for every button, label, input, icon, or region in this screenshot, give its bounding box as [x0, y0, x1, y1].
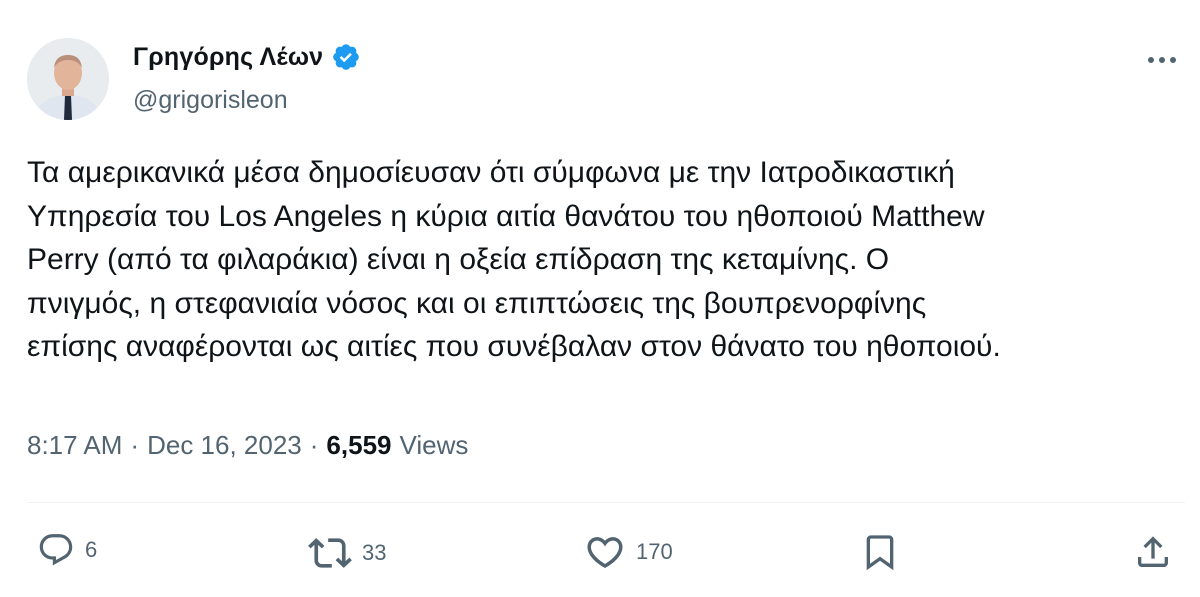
reply-count: 6 — [85, 537, 98, 562]
bookmark-icon — [866, 535, 894, 571]
author-handle[interactable]: @grigorisleon — [133, 86, 288, 115]
author-display-name[interactable]: Γρηγόρης Λέων — [133, 43, 323, 72]
author-avatar[interactable] — [27, 38, 109, 120]
views-count: 6,559 — [326, 430, 392, 460]
like-count: 170 — [636, 539, 673, 564]
more-options-button[interactable] — [1142, 44, 1182, 76]
retweet-count: 33 — [362, 540, 387, 565]
tweet-date[interactable]: Dec 16, 2023 — [147, 430, 302, 461]
bookmark-button[interactable] — [860, 531, 900, 573]
like-icon — [587, 537, 623, 569]
tweet-text: Τα αμερικανικά μέσα δημοσίευσαν ότι σύμφ… — [27, 156, 1001, 364]
tweet-meta: 8:17 AM · Dec 16, 2023 · 6,559 Views — [27, 430, 468, 461]
divider — [27, 502, 1185, 503]
views-label: Views — [399, 430, 469, 460]
like-button[interactable]: 170 — [584, 531, 673, 573]
meta-separator: · — [309, 430, 319, 460]
author-name-row[interactable]: Γρηγόρης Λέων — [133, 42, 361, 72]
retweet-icon — [308, 538, 352, 568]
reply-button[interactable]: 6 — [37, 531, 97, 569]
share-icon — [1138, 536, 1168, 567]
retweet-button[interactable]: 33 — [308, 531, 386, 575]
meta-separator: · — [130, 430, 140, 460]
share-button[interactable] — [1133, 531, 1173, 573]
verified-badge-icon — [333, 44, 360, 70]
tweet-time[interactable]: 8:17 AM — [27, 430, 122, 461]
reply-icon — [39, 534, 73, 566]
more-icon — [1148, 57, 1176, 63]
